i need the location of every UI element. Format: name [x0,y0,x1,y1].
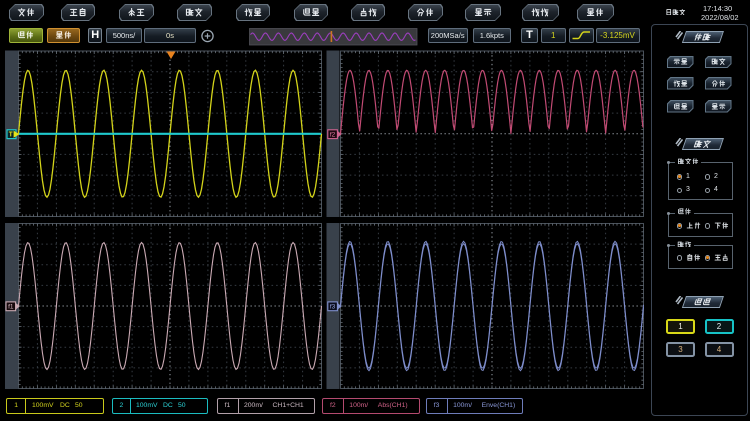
svg-text:f3: f3 [330,304,336,311]
svg-text:f1: f1 [8,304,14,311]
svg-text:f2: f2 [330,132,336,139]
